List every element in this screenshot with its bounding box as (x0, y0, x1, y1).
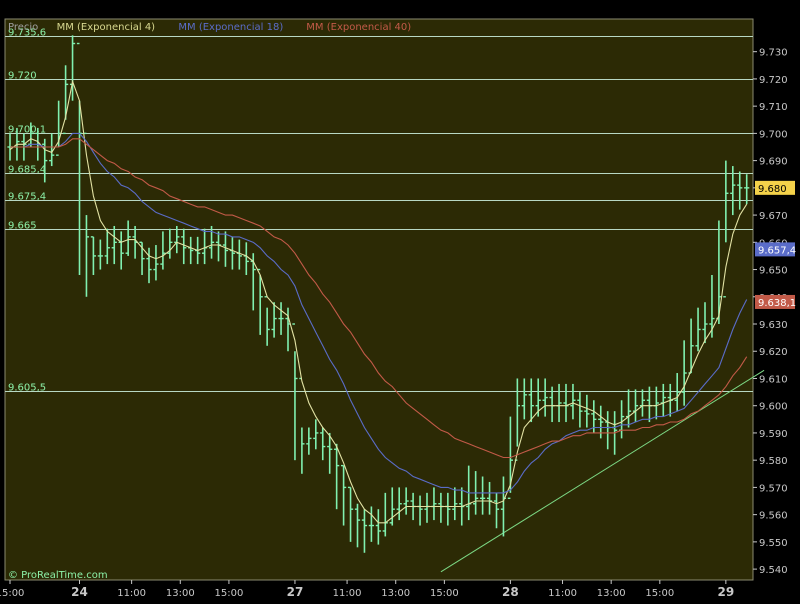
x-tick-label: 13:00 (381, 588, 410, 599)
legend-item: MM (Exponencial 18) (178, 22, 283, 33)
price-tag-label: 9.680 (758, 184, 787, 195)
x-tick-label: 27 (287, 585, 304, 599)
y-tick-label: 9.580 (759, 456, 788, 467)
price-tag-ema18: 9.657,4 (755, 242, 796, 257)
y-tick-label: 9.730 (759, 48, 788, 59)
horizontal-line-label: 9.605,5 (8, 383, 46, 394)
x-tick-label: 13:00 (166, 588, 195, 599)
horizontal-line-label: 9.675,4 (8, 192, 46, 203)
y-tick-label: 9.600 (759, 402, 788, 413)
x-tick-label: 29 (717, 585, 734, 599)
horizontal-line-label: 9.700,1 (8, 125, 46, 136)
y-tick-label: 9.590 (759, 429, 788, 440)
x-tick-label: 15:00 (430, 588, 459, 599)
y-tick-label: 9.620 (759, 347, 788, 358)
y-tick-label: 9.560 (759, 511, 788, 522)
y-tick-label: 9.690 (759, 157, 788, 168)
plot-area[interactable] (4, 18, 754, 581)
y-tick-label: 9.570 (759, 483, 788, 494)
x-tick-label: 24 (71, 585, 88, 599)
y-tick-label: 9.630 (759, 320, 788, 331)
legend-item: MM (Exponencial 4) (57, 22, 156, 33)
x-tick-label: 13:00 (597, 588, 626, 599)
x-tick-label: 15:00 (0, 588, 24, 599)
price-tag-ema40: 9.638,1 (755, 294, 796, 309)
horizontal-line-label: 9.685,4 (8, 165, 46, 176)
y-tick-label: 9.670 (759, 211, 788, 222)
price-tag-current: 9.680 (755, 180, 795, 195)
legend-header: Precio MM (Exponencial 4) MM (Exponencial … (8, 22, 411, 33)
y-tick-label: 9.540 (759, 565, 788, 576)
y-tick-label: 9.550 (759, 538, 788, 549)
y-tick-label: 9.720 (759, 75, 788, 86)
x-tick-label: 28 (502, 585, 519, 599)
x-tick-label: 11:00 (117, 588, 146, 599)
x-tick-label: 11:00 (333, 588, 362, 599)
legend-item: MM (Exponencial 40) (306, 22, 411, 33)
watermark-text: © ProRealTime.com (8, 570, 108, 581)
legend-item: Precio (8, 22, 38, 33)
y-tick-label: 9.650 (759, 266, 788, 277)
chart-canvas[interactable]: 9.735,69.7209.700,19.685,49.675,49.6659.… (0, 0, 800, 600)
horizontal-line-label: 9.665 (8, 221, 37, 232)
price-tag-label: 9.638,1 (758, 298, 796, 309)
x-tick-label: 15:00 (215, 588, 244, 599)
y-tick-label: 9.610 (759, 374, 788, 385)
horizontal-line-label: 9.720 (8, 71, 37, 82)
y-tick-label: 9.700 (759, 129, 788, 140)
price-chart[interactable]: 9.735,6 9.720 9.700,1 9.685,4 9.675,4 9.665 9.… (0, 0, 800, 600)
y-tick-label: 9.710 (759, 102, 788, 113)
x-tick-label: 15:00 (645, 588, 674, 599)
x-tick-label: 11:00 (548, 588, 577, 599)
price-tag-label: 9.657,4 (758, 245, 796, 256)
